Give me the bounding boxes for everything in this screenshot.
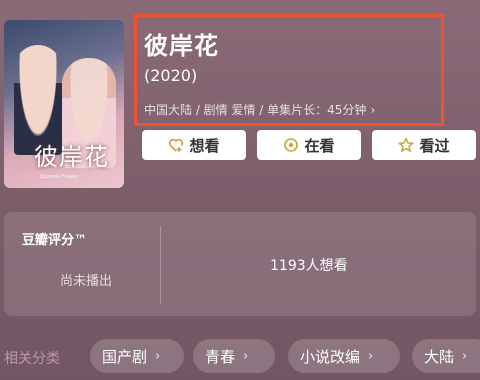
star-icon	[398, 137, 415, 153]
chevron-right-icon: ›	[462, 348, 468, 364]
chip-label: 青春	[205, 347, 236, 366]
rating-panel	[4, 212, 476, 316]
category-chip-mainland[interactable]: 大陆 ›	[412, 339, 480, 373]
chip-label: 大陆	[424, 347, 455, 366]
related-categories-label: 相关分类	[4, 351, 60, 367]
movie-meta-link[interactable]: 中国大陆 / 剧情 爱情 / 单集片长：45分钟 ›	[144, 101, 375, 118]
want-button-label: 想看	[189, 136, 220, 155]
category-chip-domestic-drama[interactable]: 国产剧 ›	[90, 339, 184, 373]
movie-meta-text: 中国大陆 / 剧情 爱情 / 单集片长：45分钟	[144, 103, 367, 117]
chip-label: 小说改编	[300, 347, 361, 366]
category-chip-youth[interactable]: 青春 ›	[193, 339, 275, 373]
target-icon	[283, 137, 299, 153]
heart-plus-icon	[168, 137, 184, 153]
chip-label: 国产剧	[102, 347, 148, 366]
poster-title-art: 彼岸花	[34, 143, 109, 171]
poster-image[interactable]: 彼岸花 Equinox Flower	[4, 20, 124, 188]
watched-button-label: 看过	[419, 136, 450, 155]
watched-button[interactable]: 看过	[372, 130, 476, 160]
category-chip-novel-adaptation[interactable]: 小说改编 ›	[288, 339, 400, 373]
rating-status: 尚未播出	[60, 274, 113, 289]
panel-divider	[160, 226, 161, 304]
want-to-watch-button[interactable]: 想看	[142, 130, 246, 160]
chevron-right-icon: ›	[155, 348, 161, 364]
release-year: (2020)	[144, 66, 198, 85]
page-title: 彼岸花	[144, 32, 219, 60]
want-count: 1193人想看	[270, 258, 348, 274]
douban-rating-label: 豆瓣评分™	[22, 233, 88, 248]
chevron-right-icon: ›	[370, 103, 376, 117]
poster-subtitle-art: Equinox Flower	[40, 174, 79, 180]
chevron-right-icon: ›	[368, 348, 374, 364]
chevron-right-icon: ›	[243, 348, 249, 364]
watching-button[interactable]: 在看	[257, 130, 361, 160]
watching-button-label: 在看	[304, 136, 335, 155]
